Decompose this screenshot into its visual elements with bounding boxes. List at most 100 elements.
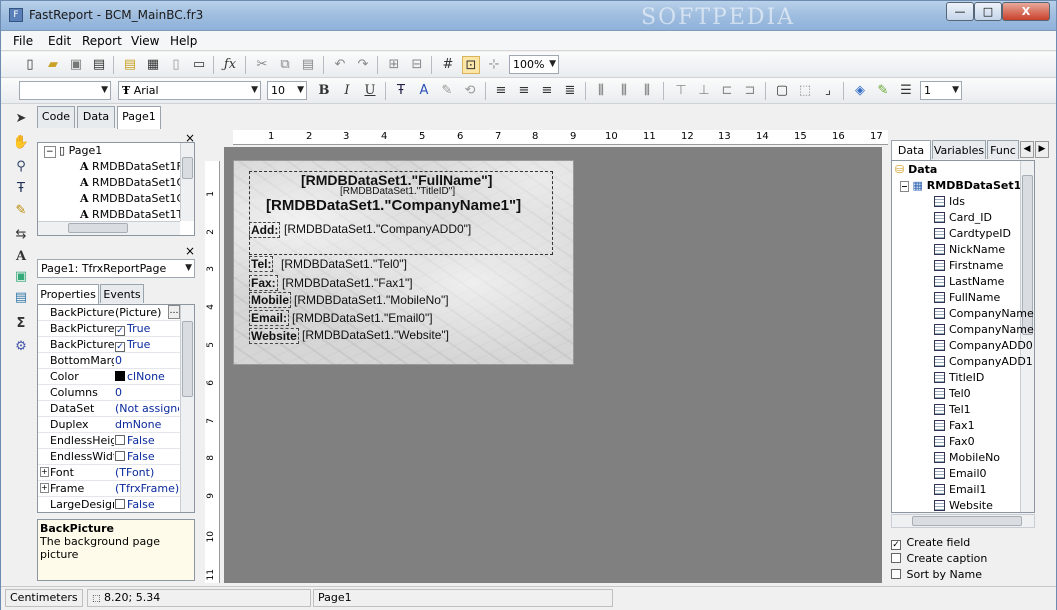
tab-events[interactable]: Events [100,284,144,303]
sum-icon[interactable]: Σ [12,315,30,333]
email-memo[interactable]: [RMDBDataSet1."Email0"] [292,311,433,325]
fax-memo[interactable]: [RMDBDataSet1."Fax1"] [282,276,413,290]
fax-label[interactable]: Fax: [249,275,278,291]
checkbox[interactable] [115,451,125,461]
mobile-memo[interactable]: [RMDBDataSet1."MobileNo"] [294,293,449,307]
text-tool-icon[interactable]: Ŧ [12,180,30,198]
cut-icon[interactable]: ✂ [253,56,271,74]
more-tools-icon[interactable]: ⚙ [12,338,30,356]
field-item[interactable]: Tel1 [934,403,971,416]
tab-scroll-left-icon[interactable]: ◀ [1020,141,1034,158]
checkbox[interactable] [115,499,125,509]
field-item[interactable]: FullName [934,291,1000,304]
property-row[interactable]: BackPictureVi✓True [38,337,180,353]
field-item[interactable]: TitleID [934,371,984,384]
email-label[interactable]: Email: [249,310,290,326]
tree-root[interactable]: − ▯ Page1 [44,144,102,158]
tree-hscrollbar[interactable] [38,221,180,235]
tab-data-tree[interactable]: Data [891,140,931,160]
fx-icon[interactable]: ƒx [221,56,239,74]
property-row[interactable]: Columns 0 [38,385,180,401]
tree-item[interactable]: A RMDBDataSet1C [80,176,184,189]
checkbox[interactable] [115,435,125,445]
tab-properties[interactable]: Properties [37,284,99,304]
property-row[interactable]: DataSet(Not assigned) [38,401,180,417]
field-item[interactable]: CompanyName1 [934,323,1034,336]
rotation-icon[interactable]: ⟲ [461,82,479,100]
italic-button[interactable]: I [338,82,356,100]
property-row[interactable]: + Font (TFont) [38,465,180,481]
fit-grid-icon[interactable]: ⊹ [485,56,503,74]
mobile-label[interactable]: Mobile [249,292,291,308]
tel-label[interactable]: Tel: [249,256,274,272]
open-icon[interactable]: ▰ [44,56,62,74]
checkbox[interactable]: ✓ [115,326,125,336]
property-row[interactable]: BackPicture (Picture)… [38,305,180,321]
collapse-icon[interactable]: − [900,181,909,192]
maximize-button[interactable]: □ [974,2,1002,21]
create-field-checkbox[interactable]: ✓ [891,540,901,550]
shadow-icon[interactable]: ⌟ [819,82,837,100]
valign-top-icon[interactable]: ⫼ [592,82,610,100]
picture-object-icon[interactable]: ▣ [12,268,30,286]
menu-file[interactable]: File [13,34,33,48]
new-icon[interactable]: ▯ [21,56,39,74]
tab-variables[interactable]: Variables [932,140,986,159]
frame-right-icon[interactable]: ⊐ [741,82,759,100]
property-row[interactable]: EndlessHeightFalse [38,433,180,449]
company-memo[interactable]: [RMDBDataSet1."CompanyName1"] [266,197,521,214]
group-icon[interactable]: ⊞ [385,56,403,74]
align-left-icon[interactable]: ≡ [492,82,510,100]
bold-button[interactable]: B [315,82,333,100]
expand-icon[interactable]: + [40,483,49,493]
field-item[interactable]: Card_ID [934,211,992,224]
band-tool-icon[interactable]: ⇆ [12,226,30,244]
field-item[interactable]: Tel0 [934,387,971,400]
field-item[interactable]: Firstname [934,259,1003,272]
delete-page-icon[interactable]: ▯ [167,56,185,74]
select-tool-icon[interactable]: ➤ [12,110,30,128]
frame-color-icon[interactable]: ✎ [874,82,892,100]
field-item[interactable]: Email0 [934,467,987,480]
frame-style-icon[interactable]: ☰ [897,82,915,100]
menu-report[interactable]: Report [82,34,122,48]
field-item[interactable]: MobileNo [934,451,1000,464]
field-item[interactable]: Email1 [934,483,987,496]
menu-help[interactable]: Help [170,34,197,48]
font-settings-icon[interactable]: Ŧ [392,82,410,100]
tab-functions[interactable]: Func [987,140,1019,159]
format-painter-icon[interactable]: ✎ [12,202,30,220]
dataset-node[interactable]: − ▦ RMDBDataSet1 [900,179,1021,192]
create-field-option[interactable]: ✓ Create field [891,536,970,550]
tab-page1[interactable]: Page1 [117,106,161,129]
close-icon[interactable]: × [185,131,195,145]
zoom-select[interactable]: 100% ▼ [509,55,559,74]
field-item[interactable]: CompanyADD1 [934,355,1033,368]
menu-view[interactable]: View [131,34,159,48]
frame-all-icon[interactable]: ▢ [773,82,791,100]
data-root[interactable]: ⛁ Data [895,163,937,176]
highlight-icon[interactable]: ✎ [438,82,456,100]
save-icon[interactable]: ▣ [67,56,85,74]
font-name-select[interactable]: Ŧ Arial ▼ [118,81,261,100]
tel-memo[interactable]: [RMDBDataSet1."Tel0"] [281,257,407,271]
field-item[interactable]: LastName [934,275,1004,288]
tab-code[interactable]: Code [37,106,75,128]
ungroup-icon[interactable]: ⊟ [408,56,426,74]
align-center-icon[interactable]: ≡ [515,82,533,100]
tree-item[interactable]: A RMDBDataSet1C [80,192,184,205]
checkbox[interactable]: ✓ [115,342,125,352]
underline-button[interactable]: U [361,82,379,100]
object-selector[interactable]: Page1: TfrxReportPage ▼ [37,259,195,278]
website-memo[interactable]: [RMDBDataSet1."Website"] [302,328,449,342]
minimize-button[interactable]: — [946,2,974,21]
font-size-select[interactable]: 10 ▼ [267,81,307,100]
page-settings-icon[interactable]: ▭ [190,56,208,74]
fill-color-icon[interactable]: ◈ [851,82,869,100]
align-right-icon[interactable]: ≡ [538,82,556,100]
text-object-icon[interactable]: A [12,248,30,266]
style-select[interactable]: ▼ [19,81,111,100]
create-caption-option[interactable]: Create caption [891,552,987,565]
menu-edit[interactable]: Edit [48,34,71,48]
frame-bottom-icon[interactable]: ⊥ [695,82,713,100]
